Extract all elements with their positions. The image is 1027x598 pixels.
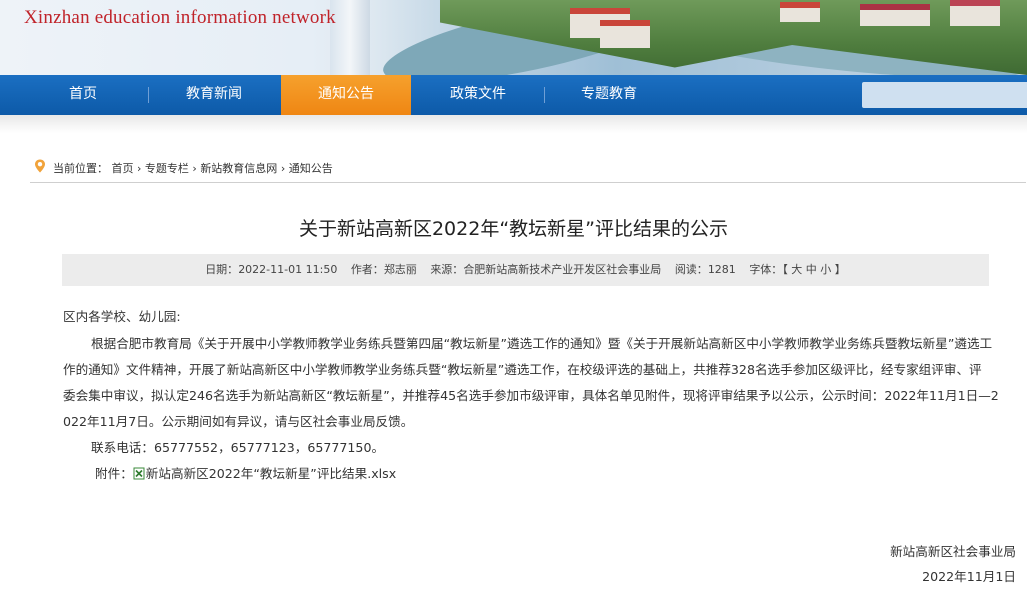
- main-nav: 首页 教育新闻 通知公告 政策文件 专题教育: [0, 75, 1027, 115]
- breadcrumb-separator: ›: [280, 162, 289, 175]
- nav-item-education-news[interactable]: 教育新闻: [160, 75, 268, 115]
- banner-building: [780, 2, 820, 22]
- article-attachment: 附件： 新站高新区2022年“教坛新星”评比结果.xlsx: [95, 463, 396, 482]
- article-meta: 日期：2022-11-01 11:50 作者：郑志丽 来源：合肥新站高新技术产业…: [62, 254, 989, 286]
- breadcrumb-separator: ›: [137, 162, 145, 175]
- breadcrumb-prefix: 当前位置：: [53, 162, 108, 175]
- signature-organization: 新站高新区社会事业局: [890, 544, 1016, 559]
- excel-file-icon: [133, 467, 145, 480]
- banner-building: [600, 20, 650, 48]
- site-title: Xinzhan education information network: [24, 7, 336, 28]
- meta-views: 1281: [707, 263, 736, 276]
- breadcrumb: 当前位置： 首页 › 专题专栏 › 新站教育信息网 › 通知公告: [30, 156, 1026, 183]
- nav-separator: [148, 87, 149, 103]
- article-contact: 联系电话：65777552，65777123，65777150。: [91, 440, 385, 455]
- article-title: 关于新站高新区2022年“教坛新星”评比结果的公示: [298, 218, 729, 240]
- header-banner: Xinzhan education information network: [0, 0, 1027, 75]
- attachment-link[interactable]: 新站高新区2022年“教坛新星”评比结果.xlsx: [146, 466, 396, 481]
- nav-item-policy-documents[interactable]: 政策文件: [425, 75, 531, 115]
- meta-date-label: 日期：: [205, 263, 239, 276]
- breadcrumb-item-notices[interactable]: 通知公告: [289, 162, 333, 175]
- meta-font-label: 字体：: [749, 263, 783, 276]
- location-pin-icon: [35, 159, 45, 173]
- attachment-label: 附件：: [95, 466, 133, 481]
- meta-date: 2022-11-01 11:50: [238, 263, 338, 276]
- article-paragraph-line: 根据合肥市教育局《关于开展中小学教师教学业务练兵暨第四届“教坛新星”遴选工作的通…: [91, 336, 993, 351]
- meta-source-label: 来源：: [430, 263, 464, 276]
- nav-separator: [544, 87, 545, 103]
- meta-author: 郑志丽: [383, 263, 417, 276]
- breadcrumb-trail: 当前位置： 首页 › 专题专栏 › 新站教育信息网 › 通知公告: [53, 160, 333, 176]
- nav-item-notices[interactable]: 通知公告: [281, 75, 411, 115]
- article-salutation: 区内各学校、幼儿园:: [63, 309, 181, 324]
- nav-item-home[interactable]: 首页: [30, 75, 136, 115]
- meta-source: 合肥新站高新技术产业开发区社会事业局: [463, 263, 662, 276]
- banner-building: [860, 4, 930, 26]
- banner-building: [950, 0, 1000, 26]
- font-size-switcher[interactable]: 【 大 中 小 】: [782, 263, 846, 276]
- signature-date: 2022年11月1日: [922, 569, 1016, 584]
- meta-views-label: 阅读：: [674, 263, 708, 276]
- nav-shadow: [0, 115, 1027, 133]
- banner-tower: [330, 0, 370, 75]
- article-paragraph-line: 022年11月7日。公示期间如有异议，请与区社会事业局反馈。: [63, 414, 414, 429]
- nav-item-special-education[interactable]: 专题教育: [556, 75, 662, 115]
- breadcrumb-item-xinzhan-education-net[interactable]: 新站教育信息网: [200, 162, 277, 175]
- breadcrumb-item-special-column[interactable]: 专题专栏: [145, 162, 189, 175]
- search-input[interactable]: [862, 82, 1027, 108]
- article-paragraph-line: 委会集中审议，拟认定246名选手为新站高新区“教坛新星”，并推荐45名选手参加市…: [63, 388, 999, 403]
- breadcrumb-item-home[interactable]: 首页: [112, 162, 134, 175]
- article-paragraph-line: 作的通知》文件精神，开展了新站高新区中小学教师教学业务练兵暨“教坛新星”遴选工作…: [63, 362, 982, 377]
- meta-author-label: 作者：: [350, 263, 384, 276]
